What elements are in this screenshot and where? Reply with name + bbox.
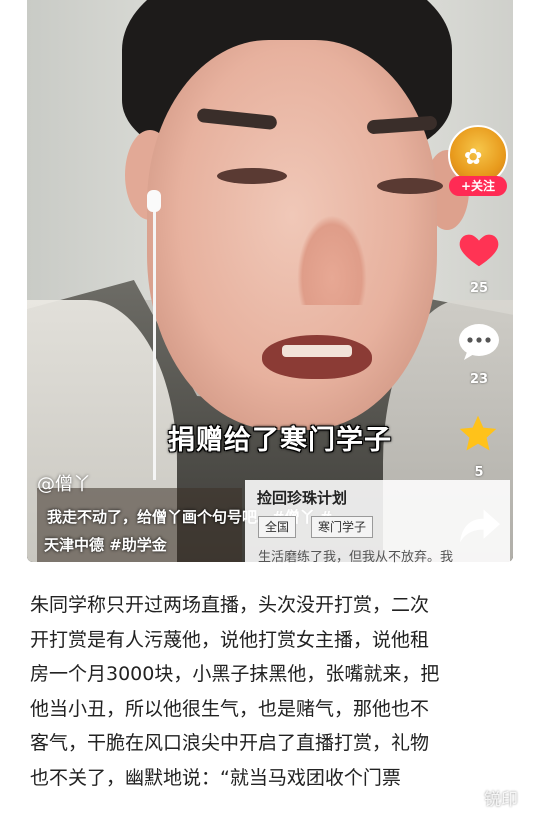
follow-button[interactable]: +关注 <box>449 176 507 196</box>
mouth <box>262 335 372 379</box>
nose <box>297 215 367 305</box>
card-chip: 寒门学子 <box>311 516 374 538</box>
article-line: 也不关了，幽默地说：“就当马戏团收个门票 <box>30 766 401 789</box>
comment-icon[interactable] <box>457 321 501 361</box>
heart-icon[interactable] <box>456 226 502 272</box>
page: 捐赠给了寒门学子 ✿ +关注 25 23 5 @僧丫 我走不动了，给僧丫画个句号… <box>0 0 540 823</box>
card-chip: 全国 <box>258 516 297 538</box>
card-subtitle: 生活磨练了我，但我从不放弃。我 <box>258 550 454 565</box>
avatar-glyph: ✿ <box>464 145 483 170</box>
card-title[interactable]: 捡回珍珠计划 <box>257 487 347 508</box>
eye <box>377 178 443 194</box>
video-description[interactable]: 天津中德 #助学金 <box>44 534 167 555</box>
eye <box>217 168 287 184</box>
favorite-count: 5 <box>474 465 484 480</box>
earbud <box>147 190 161 212</box>
like-count: 25 <box>469 281 489 296</box>
article-line: 房一个月3000块，小黑子抹黑他，张嘴就来，把 <box>30 663 440 685</box>
article-body: 朱同学称只开过两场直播，头次没开打赏，二次 开打赏是有人污蔑他，说他打赏女主播，… <box>30 588 514 795</box>
comment-count: 23 <box>469 372 489 387</box>
video-caption: 捐赠给了寒门学子 <box>168 425 392 456</box>
teeth <box>282 345 352 357</box>
article-line: 朱同学称只开过两场直播，头次没开打赏，二次 <box>30 594 430 616</box>
video-frame[interactable] <box>27 0 513 562</box>
star-icon[interactable] <box>456 412 500 456</box>
article-line: 客气，干脆在风口浪尖中开启了直播打赏，礼物 <box>30 732 430 754</box>
watermark: 锐印 <box>484 790 518 810</box>
author-name[interactable]: @僧丫 <box>37 470 91 496</box>
article-line: 开打赏是有人污蔑他，说他打赏女主播，说他租 <box>30 628 430 651</box>
article-line: 他当小丑，所以他很生气，也是赌气，那他也不 <box>30 697 430 720</box>
